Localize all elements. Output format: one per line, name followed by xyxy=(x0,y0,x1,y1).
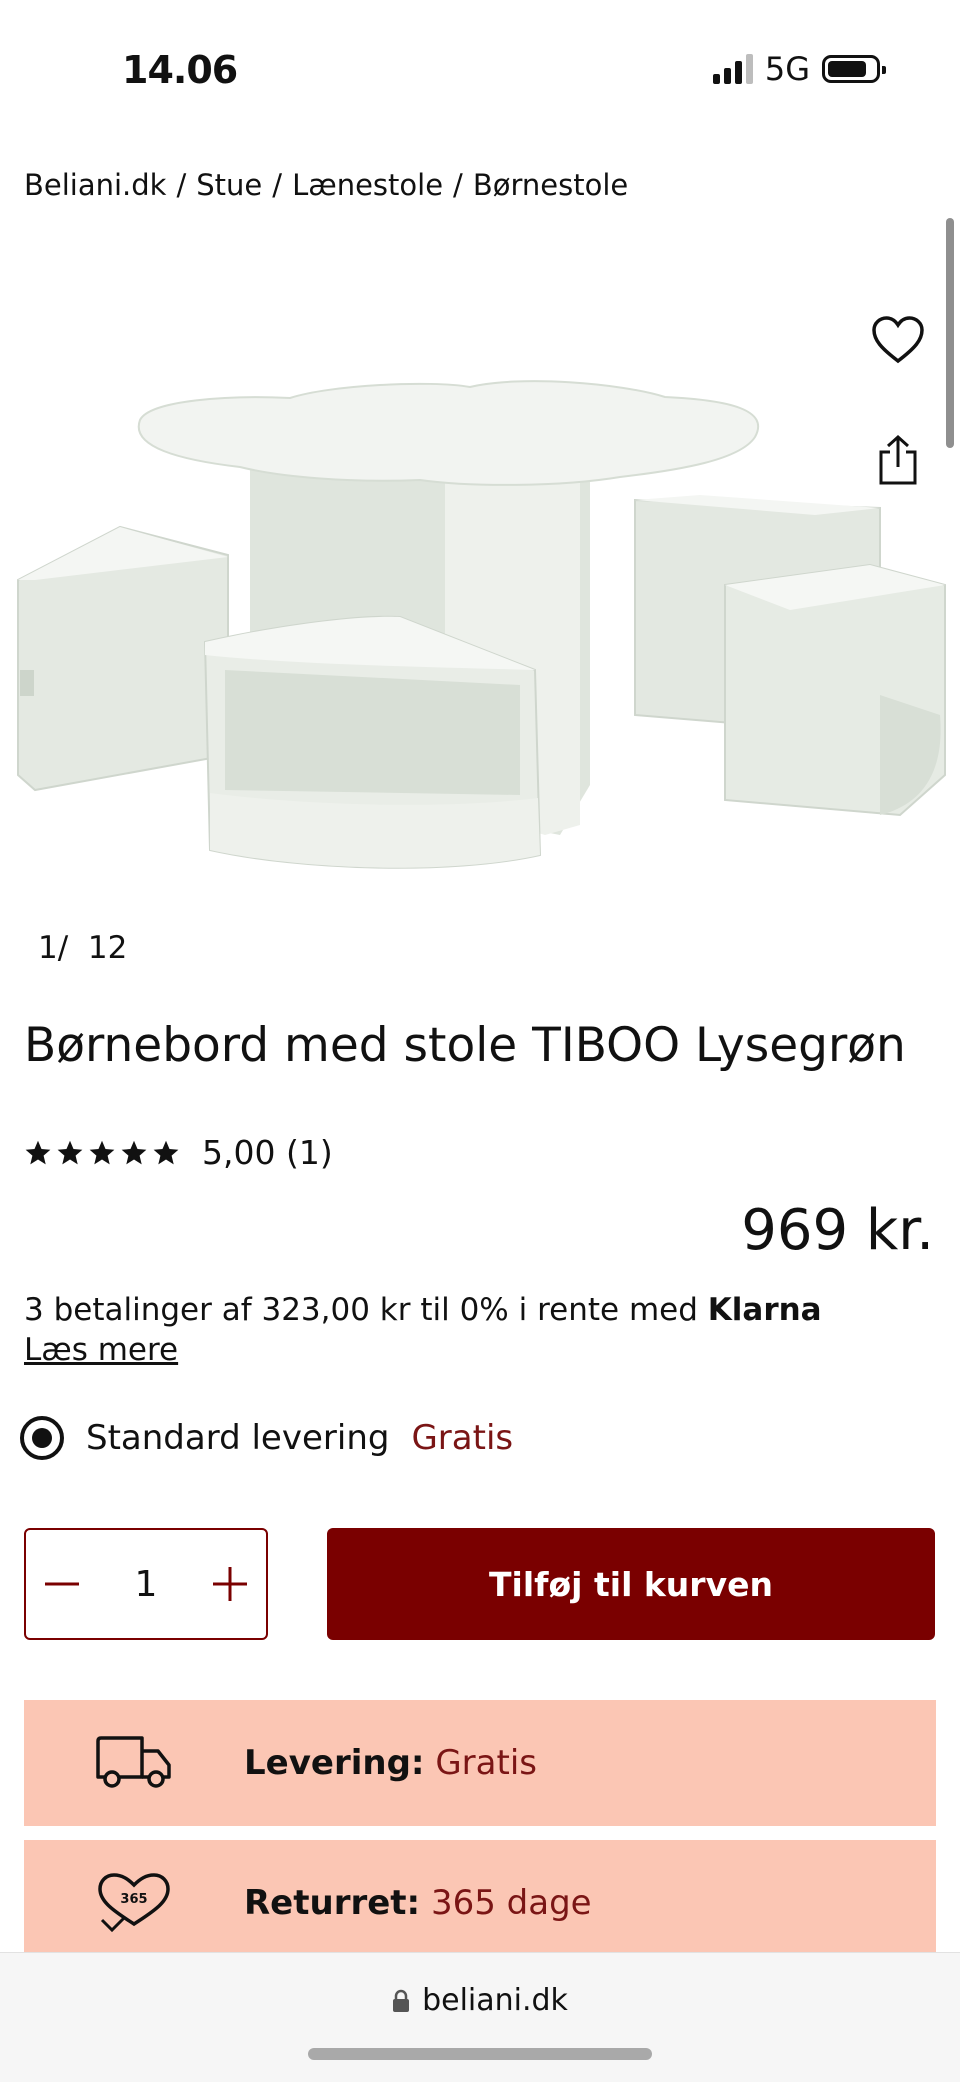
quantity-stepper: 1 xyxy=(24,1528,268,1640)
url-text: beliani.dk xyxy=(422,1983,568,2018)
quantity-value[interactable]: 1 xyxy=(135,1564,158,1605)
delivery-info-card: Levering: Gratis xyxy=(24,1700,936,1826)
star-icon xyxy=(153,1140,179,1164)
status-time: 14.06 xyxy=(122,48,238,92)
star-icon xyxy=(89,1140,115,1164)
breadcrumb-separator: / xyxy=(176,168,187,202)
decrease-quantity-button[interactable] xyxy=(38,1560,86,1608)
rating-stars xyxy=(24,1139,180,1167)
return-info-value: 365 dage xyxy=(430,1883,592,1923)
signal-icon xyxy=(712,54,753,84)
delivery-info-value: Gratis xyxy=(435,1743,537,1783)
truck-icon xyxy=(96,1736,171,1788)
return-days-badge: 365 xyxy=(120,1892,147,1907)
breadcrumb-separator: / xyxy=(272,168,283,202)
return-info-card: 365 Returret: 365 dage xyxy=(24,1840,936,1966)
read-more-link[interactable]: Læs mere xyxy=(24,1332,178,1368)
star-icon xyxy=(57,1140,83,1164)
breadcrumb-separator: / xyxy=(453,168,463,202)
home-indicator[interactable] xyxy=(308,2048,652,2060)
image-counter-current: 1/ xyxy=(38,930,69,966)
klarna-installments: 3 betalinger af 323,00 kr til 0% i rente… xyxy=(24,1292,822,1328)
battery-icon xyxy=(822,55,886,83)
breadcrumb-bornestole[interactable]: Børnestole xyxy=(473,168,628,202)
product-image-gallery[interactable] xyxy=(0,215,960,915)
star-icon xyxy=(25,1140,51,1164)
product-image xyxy=(17,380,946,869)
lock-icon xyxy=(393,1989,410,2012)
status-icons: 5G xyxy=(712,50,886,88)
network-label: 5G xyxy=(764,50,810,88)
browser-url[interactable]: beliani.dk xyxy=(0,1983,960,2018)
add-to-cart-button[interactable]: Tilføj til kurven xyxy=(327,1528,935,1640)
breadcrumb: Beliani.dk / Stue / Lænestole / Børnesto… xyxy=(24,168,628,202)
breadcrumb-stue[interactable]: Stue xyxy=(196,168,262,202)
share-icon[interactable] xyxy=(863,425,933,495)
heart-365-icon: 365 xyxy=(98,1873,170,1933)
delivery-option[interactable]: Standard levering Gratis xyxy=(20,1416,513,1460)
image-counter: 1/ 12 xyxy=(38,930,127,966)
breadcrumb-home[interactable]: Beliani.dk xyxy=(24,168,166,202)
return-info-label: Returret: xyxy=(244,1883,421,1923)
delivery-info-label: Levering: xyxy=(244,1743,425,1783)
delivery-price: Gratis xyxy=(411,1418,514,1458)
star-icon xyxy=(121,1140,147,1164)
product-price: 969 kr. xyxy=(741,1198,934,1263)
plus-icon xyxy=(213,1567,247,1601)
wishlist-heart-icon[interactable] xyxy=(863,305,933,375)
delivery-radio[interactable] xyxy=(20,1416,64,1460)
klarna-brand: Klarna xyxy=(707,1292,822,1328)
breadcrumb-laenestole[interactable]: Lænestole xyxy=(292,168,443,202)
rating-value: 5,00 (1) xyxy=(202,1133,333,1172)
product-rating[interactable]: 5,00 (1) xyxy=(24,1133,333,1172)
product-title: Børnebord med stole TIBOO Lysegrøn xyxy=(24,1018,906,1073)
delivery-label: Standard levering xyxy=(86,1418,390,1458)
increase-quantity-button[interactable] xyxy=(206,1560,254,1608)
image-counter-total: 12 xyxy=(87,930,128,966)
klarna-text: 3 betalinger af 323,00 kr til 0% i rente… xyxy=(24,1292,708,1328)
minus-icon xyxy=(45,1582,79,1586)
